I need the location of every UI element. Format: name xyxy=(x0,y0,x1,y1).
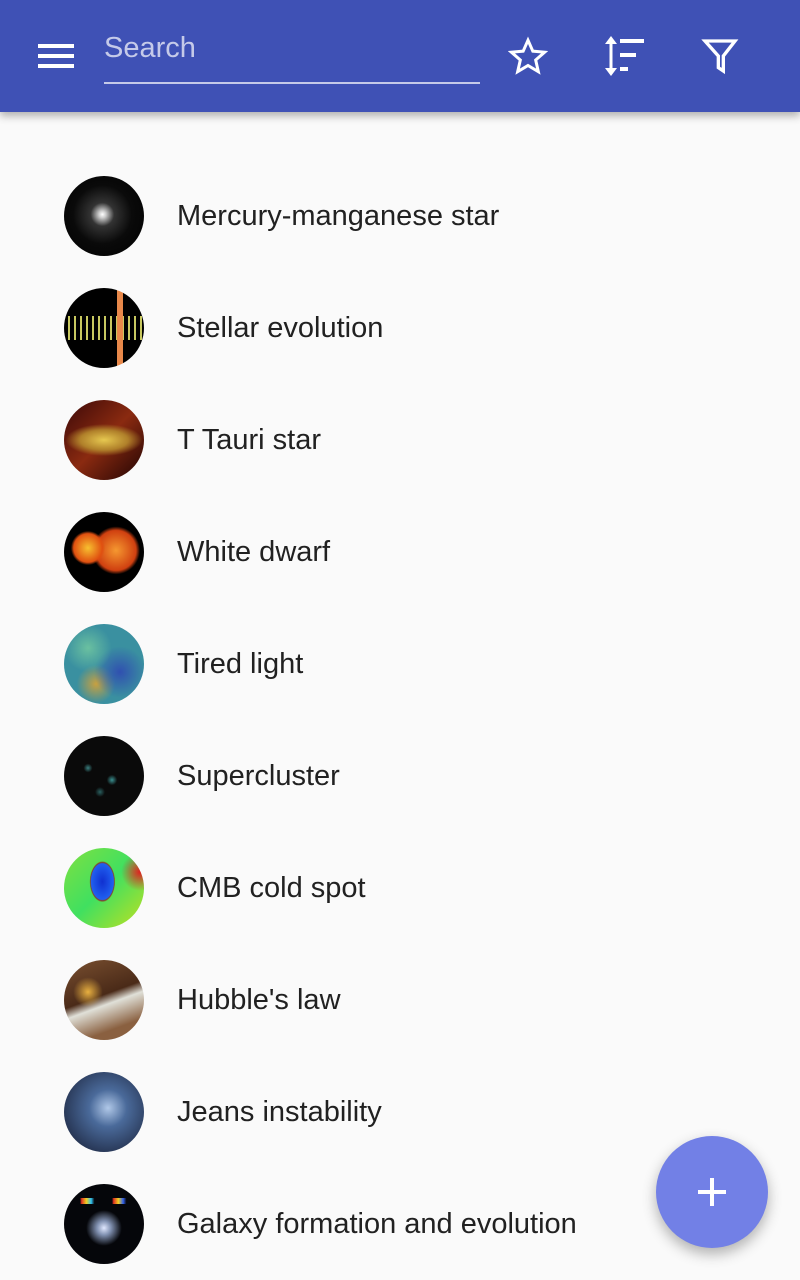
thumbnail-image xyxy=(64,176,144,256)
menu-button[interactable] xyxy=(28,36,84,76)
sort-button[interactable] xyxy=(596,28,652,84)
item-title: Supercluster xyxy=(177,759,340,792)
list-item[interactable]: White dwarf xyxy=(0,496,800,608)
item-title: T Tauri star xyxy=(177,423,321,456)
thumbnail-image xyxy=(64,400,144,480)
thumbnail-image xyxy=(64,848,144,928)
article-list: Mercury-manganese star Stellar evolution… xyxy=(0,160,800,1280)
filter-icon xyxy=(701,39,739,75)
filter-button[interactable] xyxy=(692,28,748,84)
list-item[interactable]: Mercury-manganese star xyxy=(0,160,800,272)
thumbnail-image xyxy=(64,1072,144,1152)
thumbnail-image xyxy=(64,512,144,592)
list-item[interactable]: Stellar evolution xyxy=(0,272,800,384)
item-title: Jeans instability xyxy=(177,1095,382,1128)
item-title: Stellar evolution xyxy=(177,311,384,344)
list-item[interactable]: Tired light xyxy=(0,608,800,720)
thumbnail-image xyxy=(64,1184,144,1264)
thumbnail-image xyxy=(64,624,144,704)
item-title: Tired light xyxy=(177,647,304,680)
list-item[interactable]: CMB cold spot xyxy=(0,832,800,944)
item-title: CMB cold spot xyxy=(177,871,366,904)
item-title: White dwarf xyxy=(177,535,331,568)
favorites-button[interactable] xyxy=(500,28,556,84)
item-title: Mercury-manganese star xyxy=(177,199,500,232)
add-button[interactable] xyxy=(656,1136,768,1248)
thumbnail-image xyxy=(64,960,144,1040)
list-item[interactable]: T Tauri star xyxy=(0,384,800,496)
app-bar xyxy=(0,0,800,112)
star-outline-icon xyxy=(508,36,548,75)
item-title: Galaxy formation and evolution xyxy=(177,1207,577,1240)
thumbnail-image xyxy=(64,288,144,368)
sort-icon xyxy=(605,36,644,76)
search-field xyxy=(104,24,480,84)
plus-icon xyxy=(698,1178,726,1206)
thumbnail-image xyxy=(64,736,144,816)
list-item[interactable]: Supercluster xyxy=(0,720,800,832)
list-item[interactable]: Hubble's law xyxy=(0,944,800,1056)
item-title: Hubble's law xyxy=(177,983,341,1016)
search-input[interactable] xyxy=(104,24,480,72)
